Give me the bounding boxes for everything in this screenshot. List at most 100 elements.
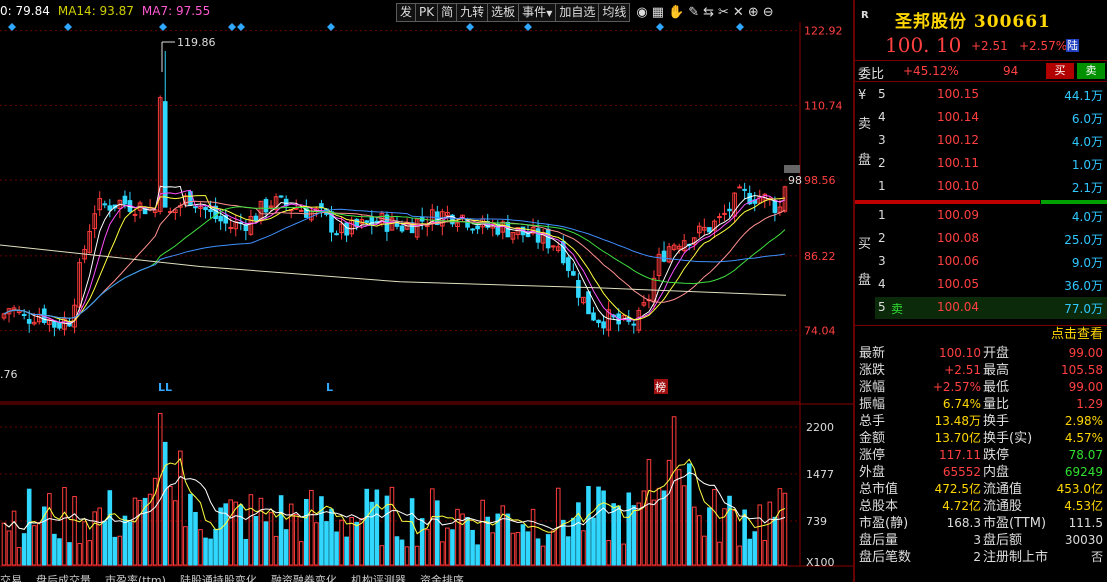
toolbar-jiuzhuan-button[interactable]: 九转 xyxy=(457,3,489,22)
ask-row[interactable]: 3 100.12 4.0万 xyxy=(875,130,1107,152)
signal-diamond-icon xyxy=(228,23,236,31)
ask-book: ¥ 卖盘 5 100.15 44.1万 4 100.14 6.0万 3 100.12 4.0万 2 10… xyxy=(855,84,1107,200)
candle-body xyxy=(228,227,234,230)
grid-icon[interactable]: ▦ xyxy=(652,5,664,20)
ask-row[interactable]: 4 100.14 6.0万 xyxy=(875,107,1107,129)
tab-northbound-holding[interactable]: 陆股通持股变化 xyxy=(180,571,257,582)
ask-volume: 1.0万 xyxy=(1071,158,1103,172)
eye-icon[interactable]: ◉ xyxy=(636,5,647,20)
bid-row[interactable]: 3 100.06 9.0万 xyxy=(875,251,1107,273)
ask-volume: 4.0万 xyxy=(1071,135,1103,149)
scissors-icon[interactable]: ✂ xyxy=(718,5,729,20)
candle-body xyxy=(218,215,223,222)
stat-value: +2.51 xyxy=(944,363,981,377)
weibi-label: 委比 xyxy=(858,67,885,82)
signal-diamond-icon xyxy=(8,23,16,31)
tab-institution-eval[interactable]: 机构评测器 xyxy=(351,571,406,582)
stock-name-code[interactable]: 圣邦股份 300661 xyxy=(895,7,1051,32)
signal-marker-ll: LL xyxy=(158,381,172,394)
volume-bar xyxy=(1,522,7,566)
volume-bar xyxy=(671,416,677,566)
stat-label: 最低 xyxy=(983,380,1010,395)
tab-capital-rank[interactable]: 资金排序 xyxy=(420,571,464,582)
stat-left-item: 盘后笔数 2 xyxy=(859,549,981,566)
volume-tick-label: X100 xyxy=(806,556,835,569)
click-view-more-link[interactable]: 点击查看 xyxy=(855,325,1107,343)
hand-icon[interactable]: ✋ xyxy=(668,5,684,20)
swap-icon[interactable]: ⇆ xyxy=(703,5,714,20)
volume-bar xyxy=(747,538,752,566)
volume-bar xyxy=(16,547,22,566)
candle-body xyxy=(737,186,742,189)
toolbar-event-label: 事件 xyxy=(522,5,547,19)
bid-side-char: 买 xyxy=(858,237,872,252)
toolbar-event-button[interactable]: 事件▼ xyxy=(519,3,557,22)
candle-body xyxy=(263,199,269,213)
toolbar-xuanban-button[interactable]: 选板 xyxy=(488,3,520,22)
tab-margin-trading[interactable]: 融资融券变化 xyxy=(271,571,337,582)
zoom-in-icon[interactable]: ⊕ xyxy=(748,5,759,20)
volume-bar xyxy=(424,529,430,566)
volume-bar xyxy=(188,493,193,566)
toolbar-jian-button[interactable]: 简 xyxy=(438,3,458,22)
bid-level: 2 xyxy=(878,231,886,245)
bid-level: 4 xyxy=(878,277,886,291)
volume-bar xyxy=(515,532,521,566)
volume-bar xyxy=(359,518,365,566)
stat-value: 78.07 xyxy=(1068,448,1103,462)
stat-value: 117.11 xyxy=(939,448,981,462)
toolbar-pk-button[interactable]: PK xyxy=(416,3,439,22)
volume-bar xyxy=(782,492,788,566)
signal-diamond-icon xyxy=(64,23,72,31)
signal-diamond-icon xyxy=(736,23,744,31)
ask-price: 100.12 xyxy=(937,133,979,147)
candle-body xyxy=(399,225,405,232)
volume-bar xyxy=(460,513,465,566)
bid-row[interactable]: 2 100.08 25.0万 xyxy=(875,228,1107,250)
ask-volume: 6.0万 xyxy=(1071,112,1103,126)
price-tick-label: 74.04 xyxy=(804,325,836,338)
cross-icon[interactable]: ✕ xyxy=(733,5,744,20)
candle-body xyxy=(344,222,349,236)
pen-icon[interactable]: ✎ xyxy=(688,5,699,20)
volume-bar xyxy=(193,511,198,566)
stat-label: 涨幅 xyxy=(859,380,886,395)
tab-pe-ttm[interactable]: 市盈率(ttm) xyxy=(105,571,166,582)
volume-bar xyxy=(697,515,702,566)
volume-bar xyxy=(107,490,113,566)
bid-level-tag: 卖 xyxy=(891,302,904,316)
tab-trade[interactable]: 交易 xyxy=(0,571,22,582)
stat-left-item: 涨幅 +2.57% xyxy=(859,379,981,396)
stat-value: 105.58 xyxy=(1061,363,1103,377)
volume-bar xyxy=(36,522,42,566)
stat-label: 总手 xyxy=(859,414,886,429)
ask-price: 100.14 xyxy=(937,110,979,124)
bid-row[interactable]: 4 100.05 36.0万 xyxy=(875,274,1107,296)
tab-after-hours-volume[interactable]: 盘后成交量 xyxy=(36,571,91,582)
volume-bar xyxy=(319,496,324,566)
buy-button[interactable]: 买 xyxy=(1046,63,1074,79)
toolbar-add-watchlist-button[interactable]: 加自选 xyxy=(556,3,600,22)
volume-bar xyxy=(737,545,742,566)
bid-row[interactable]: 1 100.09 4.0万 xyxy=(875,205,1107,227)
candle-body xyxy=(26,319,32,324)
volume-bar xyxy=(137,499,143,566)
ask-row[interactable]: 2 100.11 1.0万 xyxy=(875,153,1107,175)
ask-row[interactable]: 1 100.10 2.1万 xyxy=(875,176,1107,198)
zoom-out-icon[interactable]: ⊖ xyxy=(763,5,774,20)
candle-body xyxy=(571,271,576,276)
stat-label: 涨停 xyxy=(859,448,886,463)
stat-value: 13.70亿 xyxy=(934,431,981,445)
ma-legend-ma14: MA14: 93.87 xyxy=(57,4,134,18)
ask-volume: 2.1万 xyxy=(1071,181,1103,195)
stat-left-item: 振幅 6.74% xyxy=(859,396,981,413)
candle-body xyxy=(535,228,541,243)
ask-side-char: 盘 xyxy=(858,153,872,168)
kline-chart-area[interactable]: 122.92 110.74 98.56 86.22 74.04 2200 1477 739 X1… xyxy=(0,0,853,582)
kline-chart-svg[interactable]: 122.92 110.74 98.56 86.22 74.04 2200 1477 739 X1… xyxy=(0,0,853,582)
bid-row[interactable]: 5 卖 100.04 77.0万 xyxy=(875,297,1107,319)
ask-row[interactable]: 5 100.15 44.1万 xyxy=(875,84,1107,106)
toolbar-fa-button[interactable]: 发 xyxy=(396,3,417,22)
sell-button[interactable]: 卖 xyxy=(1077,63,1105,79)
toolbar-ma-button[interactable]: 均线 xyxy=(599,3,631,22)
